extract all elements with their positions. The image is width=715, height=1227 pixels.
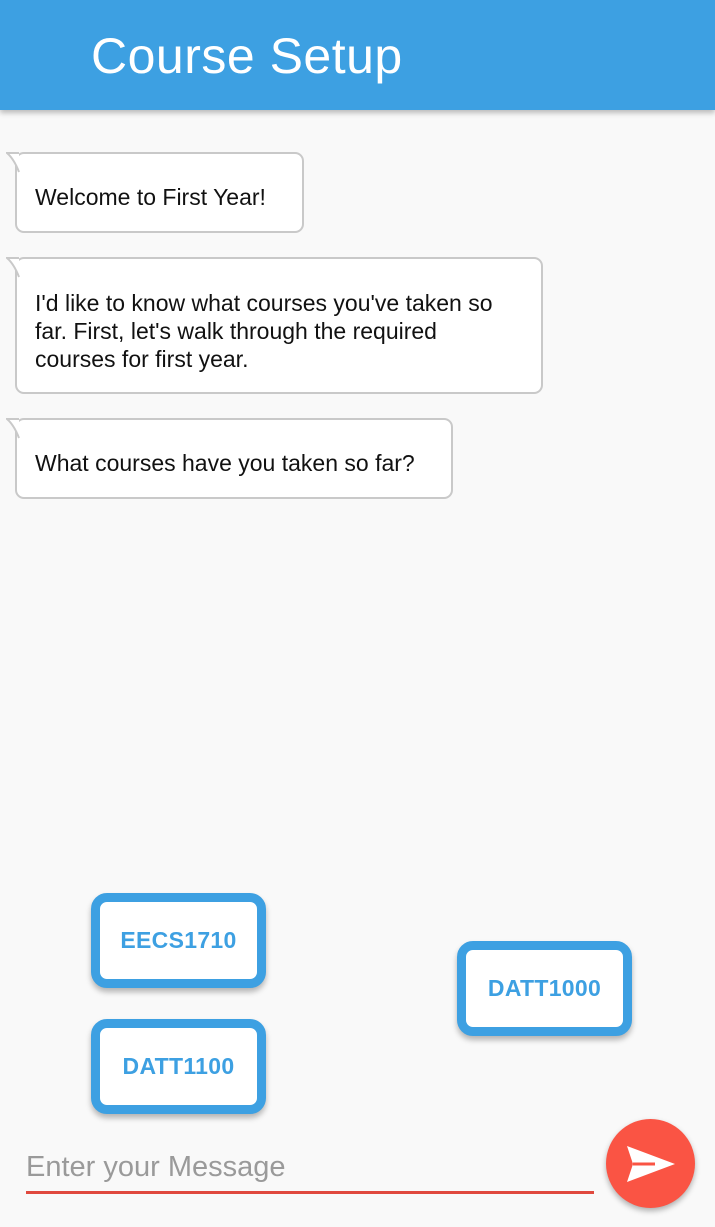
course-option-eecs1710-button[interactable]: EECS1710 (91, 893, 266, 988)
chat-bubble-text: Welcome to First Year! (35, 184, 266, 210)
chat-bubble: Welcome to First Year! (6, 152, 304, 233)
message-input[interactable] (26, 1144, 594, 1194)
course-option-datt1000-button[interactable]: DATT1000 (457, 941, 632, 1036)
chat-bubble: What courses have you taken so far? (6, 418, 453, 499)
bubble-tail-icon (6, 152, 20, 173)
chat-bubble-text: What courses have you taken so far? (35, 450, 415, 476)
chat-bubble: I'd like to know what courses you've tak… (6, 257, 543, 394)
bubble-tail-icon (6, 257, 20, 278)
bubble-tail-icon (6, 418, 20, 439)
course-option-datt1100-button[interactable]: DATT1100 (91, 1019, 266, 1114)
app-bar: Course Setup (0, 0, 715, 110)
send-icon (626, 1145, 675, 1182)
send-button[interactable] (606, 1119, 695, 1208)
page-title: Course Setup (91, 28, 403, 84)
chat-bubble-text: I'd like to know what courses you've tak… (35, 290, 493, 372)
